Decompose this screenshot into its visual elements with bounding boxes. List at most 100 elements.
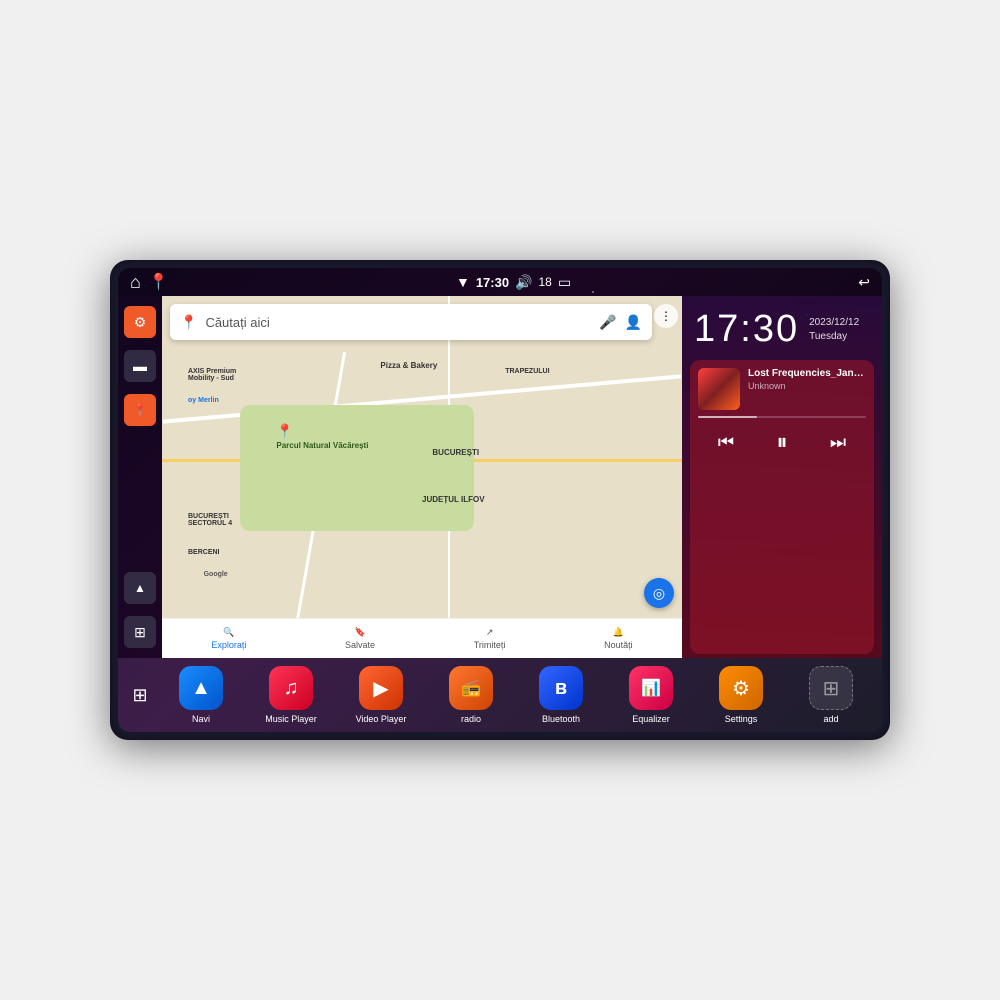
news-icon: 🔔 — [613, 627, 624, 638]
account-icon[interactable]: 👤 — [625, 314, 642, 331]
music-info: Lost Frequencies_Janie... Unknown — [698, 368, 866, 410]
maps-icon[interactable]: 📍 — [149, 272, 169, 292]
file-icon: ▬ — [133, 358, 147, 374]
app-equalizer[interactable]: 📊 Equalizer — [623, 666, 679, 724]
navi-icon-bg: ▲ — [179, 666, 223, 710]
music-player-label: Music Player — [265, 714, 317, 724]
sidebar-map-btn[interactable]: 📍 — [124, 394, 156, 426]
pause-button[interactable]: ⏸ — [766, 426, 798, 458]
explore-icon: 🔍 — [223, 627, 234, 638]
grid-dots-icon: ⊞ — [132, 685, 147, 706]
app-add[interactable]: ⊞ add — [803, 666, 859, 724]
device: ⌂ 📍 ▼ 17:30 🔊 18 ▭ ↩ ⚙ ▬ — [110, 260, 890, 740]
status-right: ↩ — [858, 274, 870, 291]
radio-icon: 📻 — [461, 678, 481, 698]
map-label-pizza: Pizza & Bakery — [380, 361, 437, 370]
send-icon: ↗ — [486, 627, 494, 638]
bluetooth-label: Bluetooth — [542, 714, 580, 724]
music-title: Lost Frequencies_Janie... — [748, 368, 866, 379]
map-settings-btn[interactable]: ⋮ — [654, 304, 678, 328]
map-pin-icon: 📍 — [133, 403, 148, 417]
next-button[interactable]: ⏭ — [822, 426, 854, 458]
radio-label: radio — [461, 714, 481, 724]
music-artist: Unknown — [748, 381, 866, 391]
map-frame[interactable]: 📍 Căutați aici 🎤 👤 ⋮ AXIS PremiumMobilit… — [162, 296, 682, 658]
map-tab-saved[interactable]: 🔖 Salvate — [345, 627, 375, 650]
map-area: 📍 Căutați aici 🎤 👤 ⋮ AXIS PremiumMobilit… — [162, 296, 682, 658]
bluetooth-icon-bg: ʙ — [539, 666, 583, 710]
battery-icon: ▭ — [558, 274, 571, 291]
date-line2: Tuesday — [809, 330, 859, 344]
radio-icon-bg: 📻 — [449, 666, 493, 710]
grid-icon: ⊞ — [134, 624, 146, 641]
saved-icon: 🔖 — [354, 627, 365, 638]
wifi-icon: ▼ — [456, 274, 470, 290]
equalizer-icon-bg: 📊 — [629, 666, 673, 710]
map-label-trap: TRAPEZULUI — [505, 368, 549, 375]
album-art — [698, 368, 740, 410]
prev-button[interactable]: ⏮ — [710, 426, 742, 458]
music-controls: ⏮ ⏸ ⏭ — [698, 426, 866, 458]
send-label: Trimiteți — [474, 640, 506, 650]
map-tab-send[interactable]: ↗ Trimiteți — [474, 627, 506, 650]
equalizer-label: Equalizer — [632, 714, 670, 724]
map-bottom-bar: 🔍 Explorați 🔖 Salvate ↗ Trimiteți 🔔 — [162, 618, 682, 658]
status-bar: ⌂ 📍 ▼ 17:30 🔊 18 ▭ ↩ — [118, 268, 882, 296]
app-drawer: ⊞ ▲ Navi ♫ Music Player — [118, 658, 882, 732]
app-navi[interactable]: ▲ Navi — [173, 666, 229, 724]
back-icon[interactable]: ↩ — [858, 274, 870, 291]
park-area — [240, 405, 474, 532]
app-radio[interactable]: 📻 radio — [443, 666, 499, 724]
music-icon-bg: ♫ — [269, 666, 313, 710]
navi-icon: ▲ — [191, 677, 211, 700]
target-icon: ◎ — [653, 585, 665, 602]
map-tab-news[interactable]: 🔔 Noutăți — [604, 627, 633, 650]
settings-label: Settings — [725, 714, 758, 724]
sidebar-grid-btn[interactable]: ⊞ — [124, 616, 156, 648]
video-icon-bg: ▶ — [359, 666, 403, 710]
add-label: add — [823, 714, 838, 724]
explore-label: Explorați — [211, 640, 246, 650]
progress-bar[interactable] — [698, 416, 866, 418]
map-label-park: Parcul Natural Văcărești — [276, 441, 368, 450]
my-location-btn[interactable]: ◎ — [644, 578, 674, 608]
clock-date: 2023/12/12 Tuesday — [809, 310, 859, 344]
apps-grid: ▲ Navi ♫ Music Player ▶ Video Playe — [156, 666, 876, 724]
sidebar-bottom: ▲ ⊞ — [124, 572, 156, 648]
map-label-sectorul4: BUCUREȘTISECTORUL 4 — [188, 513, 232, 527]
sidebar-nav-btn[interactable]: ▲ — [124, 572, 156, 604]
add-icon: ⊞ — [823, 676, 840, 701]
mic-icon[interactable]: 🎤 — [599, 314, 616, 331]
settings-icon: ⚙ — [134, 314, 147, 331]
app-music-player[interactable]: ♫ Music Player — [263, 666, 319, 724]
map-search-bar[interactable]: 📍 Căutați aici 🎤 👤 — [170, 304, 652, 340]
grid-menu-btn[interactable]: ⊞ — [124, 673, 156, 717]
sidebar-file-btn[interactable]: ▬ — [124, 350, 156, 382]
search-text: Căutați aici — [205, 315, 591, 330]
app-video-player[interactable]: ▶ Video Player — [353, 666, 409, 724]
app-bluetooth[interactable]: ʙ Bluetooth — [533, 666, 589, 724]
news-label: Noutăți — [604, 640, 633, 650]
status-center: ▼ 17:30 🔊 18 ▭ — [456, 274, 571, 291]
status-left: ⌂ 📍 — [130, 272, 169, 293]
sidebar-settings-btn[interactable]: ⚙ — [124, 306, 156, 338]
map-tab-explore[interactable]: 🔍 Explorați — [211, 627, 246, 650]
video-icon: ▶ — [373, 676, 388, 701]
status-time: 17:30 — [476, 275, 509, 290]
main-area: ⚙ ▬ 📍 ▲ ⊞ — [118, 296, 882, 658]
settings-dots-icon: ⋮ — [660, 309, 672, 323]
settings-icon: ⚙ — [732, 676, 750, 701]
album-art-image — [698, 368, 740, 410]
screen: ⌂ 📍 ▼ 17:30 🔊 18 ▭ ↩ ⚙ ▬ — [118, 268, 882, 732]
nav-arrow-icon: ▲ — [134, 581, 146, 595]
map-label-ilfov: JUDEȚUL ILFOV — [422, 495, 485, 504]
date-line1: 2023/12/12 — [809, 316, 859, 330]
home-icon[interactable]: ⌂ — [130, 272, 141, 293]
sidebar: ⚙ ▬ 📍 ▲ ⊞ — [118, 296, 162, 658]
map-label-merlin: oy Merlin — [188, 397, 219, 404]
music-icon: ♫ — [284, 677, 299, 700]
navi-label: Navi — [192, 714, 210, 724]
map-label-bucharest: BUCUREȘTI — [432, 448, 479, 457]
app-settings[interactable]: ⚙ Settings — [713, 666, 769, 724]
right-panel: 17:30 2023/12/12 Tuesday Lost Frequencie… — [682, 296, 882, 658]
